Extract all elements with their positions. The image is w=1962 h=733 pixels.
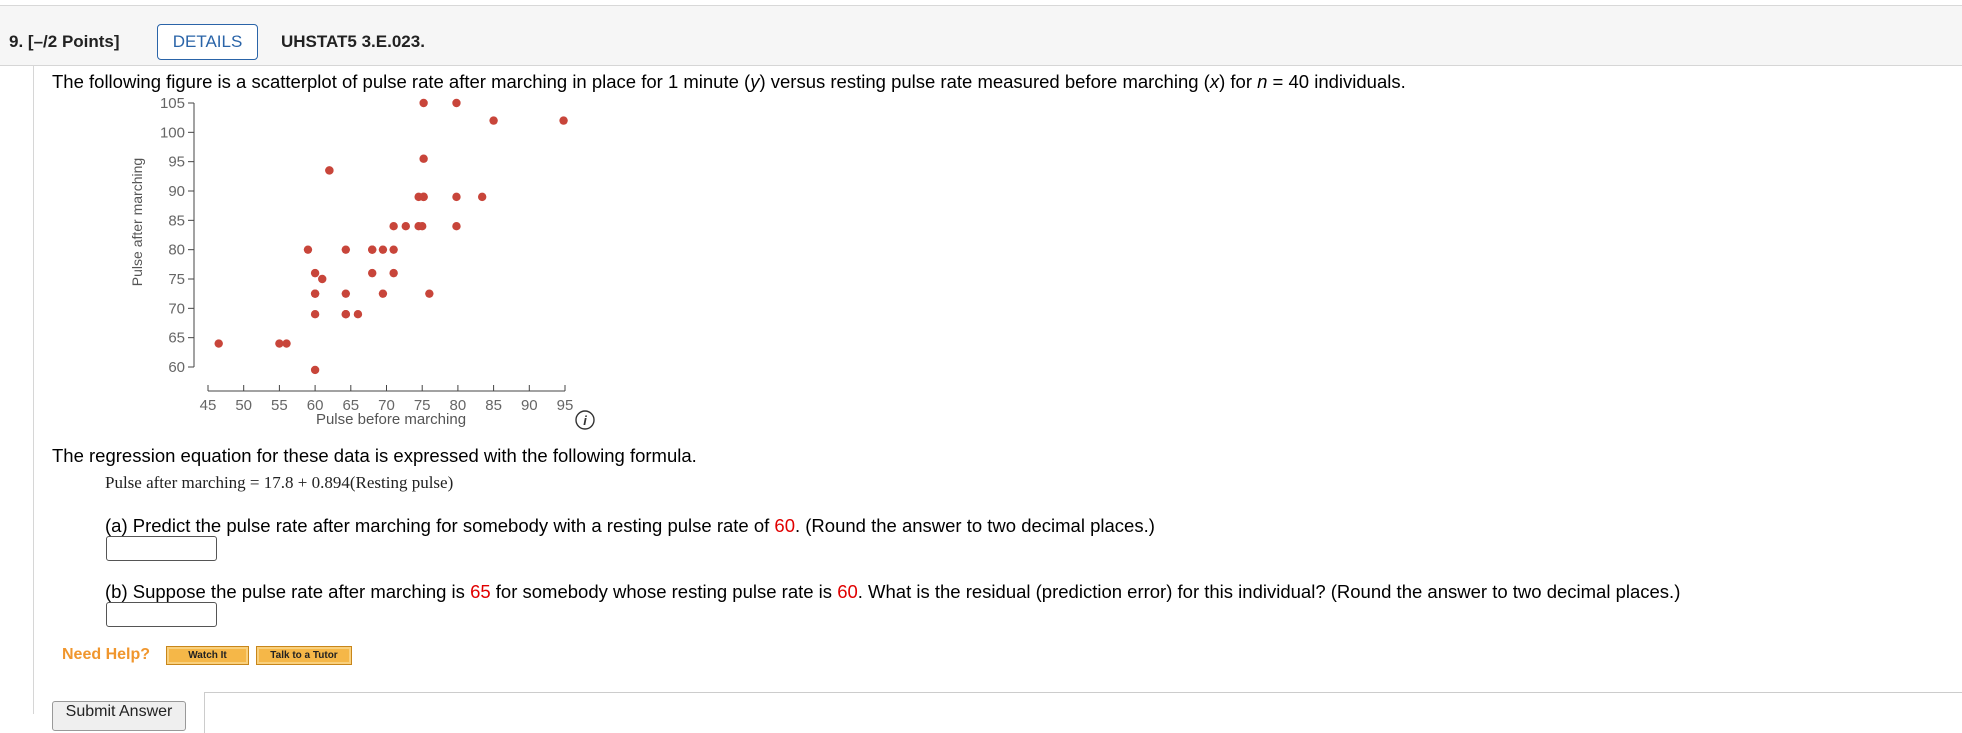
y-tick-label: 75	[168, 271, 185, 288]
data-point	[452, 98, 461, 108]
question-left-border	[33, 66, 34, 714]
part-a-question: (a) Predict the pulse rate after marchin…	[105, 515, 1155, 536]
data-point	[452, 192, 461, 202]
data-point	[341, 310, 351, 319]
y-axis-label: Pulse after marching	[129, 158, 145, 286]
data-point	[341, 245, 351, 254]
x-tick-label: 45	[200, 397, 217, 414]
points-label: [–/2 Points]	[27, 32, 120, 51]
question-header: 9. [–/2 Points] DETAILS UHSTAT5 3.E.023.	[0, 6, 1962, 66]
y-tick-label: 70	[168, 300, 185, 317]
data-point	[282, 339, 291, 348]
y-tick-label: 90	[168, 183, 185, 200]
x-tick-label: 50	[235, 397, 252, 414]
data-point	[419, 154, 428, 163]
data-point	[378, 245, 388, 254]
data-point	[418, 222, 427, 231]
x-tick-label: 90	[521, 397, 538, 414]
data-point	[477, 192, 487, 202]
data-point	[425, 289, 434, 298]
svg-text:i: i	[583, 413, 587, 428]
x-tick-label: 55	[271, 397, 288, 414]
y-tick-label: 80	[168, 242, 185, 259]
data-point	[325, 166, 334, 175]
data-point	[214, 339, 223, 348]
y-tick-label: 65	[168, 330, 185, 347]
data-point	[559, 116, 568, 125]
x-axis-label: Pulse before marching	[316, 411, 466, 428]
x-tick-label: 85	[485, 397, 502, 414]
talk-to-tutor-button[interactable]: Talk to a Tutor	[256, 646, 352, 665]
data-point	[401, 222, 410, 231]
watch-it-button[interactable]: Watch It	[166, 646, 249, 665]
data-point	[419, 98, 428, 108]
question-intro: The following figure is a scatterplot of…	[52, 71, 1406, 92]
data-point	[310, 365, 320, 375]
data-point	[489, 116, 498, 125]
need-help-label: Need Help?	[62, 646, 151, 663]
data-point	[389, 245, 398, 254]
data-point	[303, 245, 313, 254]
data-point	[368, 245, 377, 254]
question-number: 9. [–/2 Points]	[9, 32, 120, 51]
data-point	[368, 268, 377, 278]
part-b-answer-input[interactable]	[106, 602, 217, 627]
y-tick-label: 95	[168, 154, 185, 171]
scatterplot: 606570758085909510010545 50 55 60 65 70 75 80 85…	[129, 95, 595, 430]
data-point	[318, 274, 327, 284]
data-point	[310, 310, 320, 319]
y-tick-label: 100	[160, 124, 185, 141]
part-b-question: (b) Suppose the pulse rate after marchin…	[105, 581, 1681, 602]
details-button[interactable]: DETAILS	[157, 24, 258, 60]
y-tick-label: 85	[168, 212, 185, 229]
submit-answer-button[interactable]: Submit Answer	[52, 701, 186, 731]
data-point	[341, 289, 351, 298]
answer-panel-edge	[204, 692, 1962, 733]
regression-formula: Pulse after marching = 17.8 + 0.894(Rest…	[105, 473, 454, 492]
data-point	[275, 339, 284, 348]
info-icon[interactable]: i	[575, 410, 595, 430]
data-point	[310, 268, 320, 278]
data-point	[378, 289, 388, 298]
x-tick-label: 95	[557, 397, 574, 414]
part-a-answer-input[interactable]	[106, 536, 217, 561]
y-tick-label: 105	[160, 95, 185, 112]
data-point	[310, 289, 320, 298]
y-tick-label: 60	[168, 359, 185, 376]
data-point	[389, 222, 398, 231]
data-point	[419, 192, 428, 202]
data-point	[389, 268, 398, 278]
data-point	[452, 222, 461, 231]
regression-intro: The regression equation for these data i…	[52, 445, 697, 466]
question-code: UHSTAT5 3.E.023.	[281, 32, 425, 51]
data-point	[353, 310, 363, 319]
